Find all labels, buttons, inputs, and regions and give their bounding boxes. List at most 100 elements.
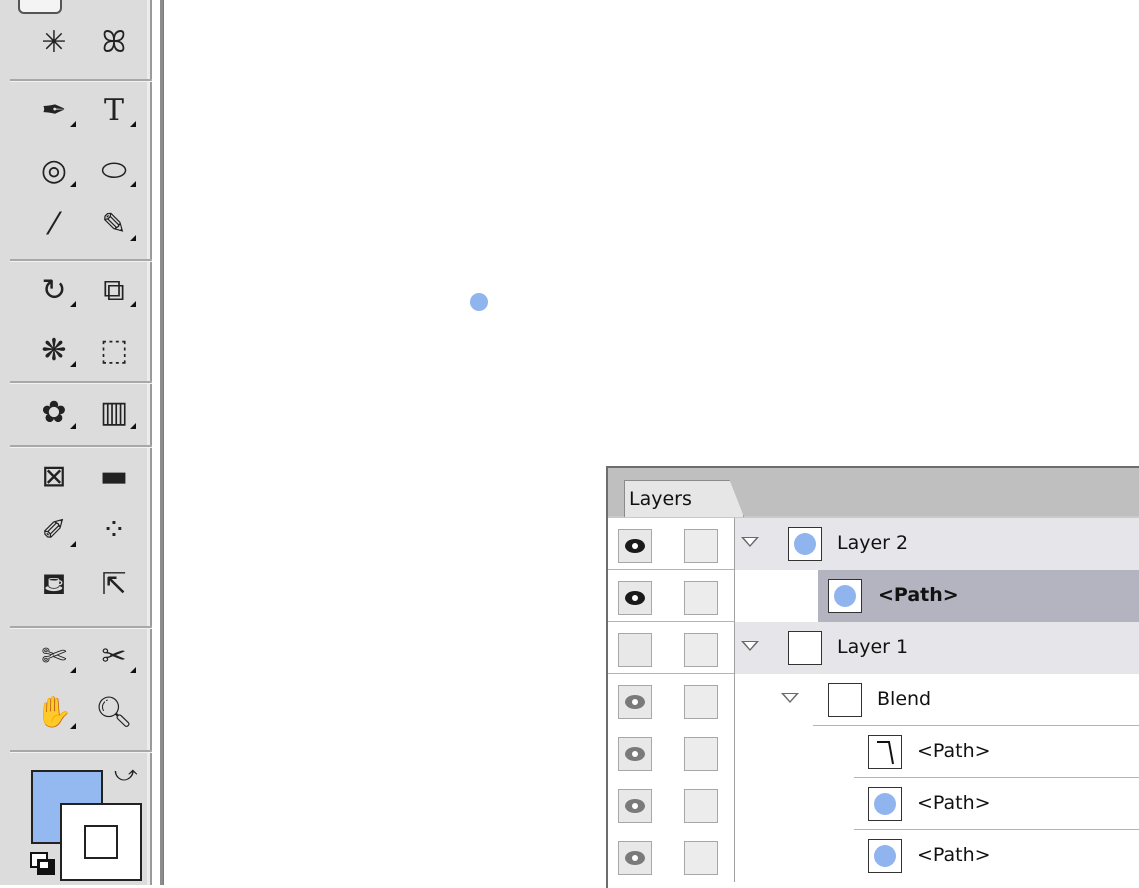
layer-row-layer-1[interactable]: Layer 1: [608, 622, 1139, 674]
eyedropper-tool[interactable]: ✐: [28, 512, 80, 550]
pencil-icon: ✎: [101, 207, 127, 242]
magic-wand-tool[interactable]: ✳: [28, 24, 80, 62]
eye-icon: [623, 747, 647, 761]
type-tool[interactable]: T: [88, 92, 140, 130]
zoom-tool[interactable]: 🔍︎: [88, 694, 140, 732]
pen-icon: ✒: [41, 93, 67, 128]
stroke-color-swatch[interactable]: [60, 803, 142, 881]
spiral-icon: ◎: [40, 153, 68, 188]
layer-name: <Path>: [917, 740, 991, 762]
layer-row-layer-2[interactable]: Layer 2: [608, 518, 1139, 570]
hand-tool[interactable]: ✋: [28, 694, 80, 732]
warp-icon: ❋: [41, 333, 67, 368]
toolbox-divider: [10, 445, 152, 448]
visibility-toggle[interactable]: [618, 789, 652, 823]
scissors-tool[interactable]: ✂: [88, 638, 140, 676]
disclosure-triangle-icon[interactable]: [781, 693, 799, 703]
live-paint-bucket-tool[interactable]: ⛾: [28, 566, 80, 604]
paintbrush-icon: ⁄: [51, 207, 57, 242]
symbol-sprayer-tool[interactable]: ✿: [28, 394, 80, 432]
tab-layers-label: Layers: [629, 488, 692, 510]
visibility-toggle[interactable]: [618, 841, 652, 875]
visibility-toggle[interactable]: [618, 685, 652, 719]
layer-row-path[interactable]: <Path>: [608, 830, 1139, 882]
slice-tool[interactable]: ✄: [28, 638, 80, 676]
layer-thumbnail: [788, 631, 822, 665]
lock-toggle[interactable]: [684, 841, 718, 875]
lasso-icon: ꕤ: [101, 25, 127, 60]
lock-toggle[interactable]: [684, 789, 718, 823]
layer-row-path-selected[interactable]: <Path>: [608, 570, 1139, 622]
selection-tool-fragment[interactable]: [18, 0, 62, 14]
scissors-icon: ✂: [101, 639, 127, 674]
visibility-toggle[interactable]: [618, 529, 652, 563]
layer-row-path[interactable]: <Path>: [608, 778, 1139, 830]
zoom-icon: 🔍︎: [94, 695, 134, 730]
layer-row-path[interactable]: <Path>: [608, 726, 1139, 778]
path-thumbnail: [868, 839, 902, 873]
live-paint-selection-tool[interactable]: ⇱: [88, 566, 140, 604]
layer-row-blend[interactable]: Blend: [608, 674, 1139, 726]
lock-toggle[interactable]: [684, 529, 718, 563]
scale-tool[interactable]: ⧉: [88, 272, 140, 310]
toolbox-divider: [10, 79, 152, 82]
ellipse-tool[interactable]: ⬭: [88, 152, 140, 190]
eyedropper-icon: ✐: [41, 513, 67, 548]
visibility-toggle[interactable]: [618, 633, 652, 667]
blend-tool[interactable]: ⁘: [88, 512, 140, 550]
layer-list: Layer 2 <Path> Layer 1 Blend <Path> <Pat…: [608, 518, 1139, 888]
canvas-blue-circle-object[interactable]: [470, 293, 488, 311]
layer-name: Blend: [877, 688, 932, 710]
path-thumbnail: [828, 579, 862, 613]
rotate-tool[interactable]: ↻: [28, 272, 80, 310]
free-transform-tool[interactable]: ⬚: [88, 332, 140, 370]
mesh-tool[interactable]: ⊠: [28, 458, 80, 496]
hand-icon: ✋: [35, 695, 73, 730]
direct-selection-tool-fragment[interactable]: [96, 0, 126, 12]
lock-toggle[interactable]: [684, 581, 718, 615]
disclosure-triangle-icon[interactable]: [741, 641, 759, 651]
lasso-tool[interactable]: ꕤ: [88, 24, 140, 62]
blend-thumbnail: [828, 683, 862, 717]
lock-toggle[interactable]: [684, 737, 718, 771]
path-thumbnail: [868, 735, 902, 769]
eye-icon: [623, 799, 647, 813]
toolbox-divider: [10, 750, 152, 753]
column-graph-tool[interactable]: ▥: [88, 394, 140, 432]
lock-toggle[interactable]: [684, 685, 718, 719]
free-transform-icon: ⬚: [99, 333, 129, 368]
disclosure-triangle-icon[interactable]: [741, 537, 759, 547]
live-paint-selection-icon: ⇱: [101, 567, 127, 602]
eye-icon: [623, 591, 647, 605]
pen-tool[interactable]: ✒: [28, 92, 80, 130]
gradient-tool[interactable]: ▬: [88, 458, 140, 496]
panel-tab-strip: Layers: [608, 468, 1139, 517]
layer-name: Layer 2: [837, 532, 909, 554]
visibility-toggle[interactable]: [618, 581, 652, 615]
visibility-toggle[interactable]: [618, 737, 652, 771]
magic-wand-icon: ✳: [41, 25, 67, 60]
gradient-icon: ▬: [99, 459, 129, 494]
lock-toggle[interactable]: [684, 633, 718, 667]
symbol-sprayer-icon: ✿: [41, 395, 67, 430]
blend-icon: ⁘: [101, 513, 127, 548]
column-graph-icon: ▥: [99, 395, 129, 430]
layer-name: <Path>: [878, 584, 959, 606]
eye-icon: [623, 695, 647, 709]
tab-layers[interactable]: Layers: [624, 480, 744, 517]
scale-icon: ⧉: [103, 273, 125, 308]
layer-thumbnail: [788, 527, 822, 561]
pencil-tool[interactable]: ✎: [88, 206, 140, 244]
paintbrush-tool[interactable]: ⁄: [28, 206, 80, 244]
live-paint-bucket-icon: ⛾: [41, 567, 67, 602]
path-thumbnail: [868, 787, 902, 821]
tools-panel: ✳ ꕤ ✒ T ◎ ⬭ ⁄ ✎ ↻ ⧉ ❋ ⬚ ✿ ▥ ⊠ ▬ ✐ ⁘ ⛾ ⇱ …: [0, 0, 164, 885]
spiral-tool[interactable]: ◎: [28, 152, 80, 190]
toolbox-divider: [10, 626, 152, 629]
warp-tool[interactable]: ❋: [28, 332, 80, 370]
default-fill-stroke-icon[interactable]: [30, 852, 56, 875]
layer-name: Layer 1: [837, 636, 909, 658]
swap-fill-stroke-icon[interactable]: ⤻: [114, 762, 138, 787]
layer-name: <Path>: [917, 844, 991, 866]
ellipse-icon: ⬭: [101, 153, 127, 188]
